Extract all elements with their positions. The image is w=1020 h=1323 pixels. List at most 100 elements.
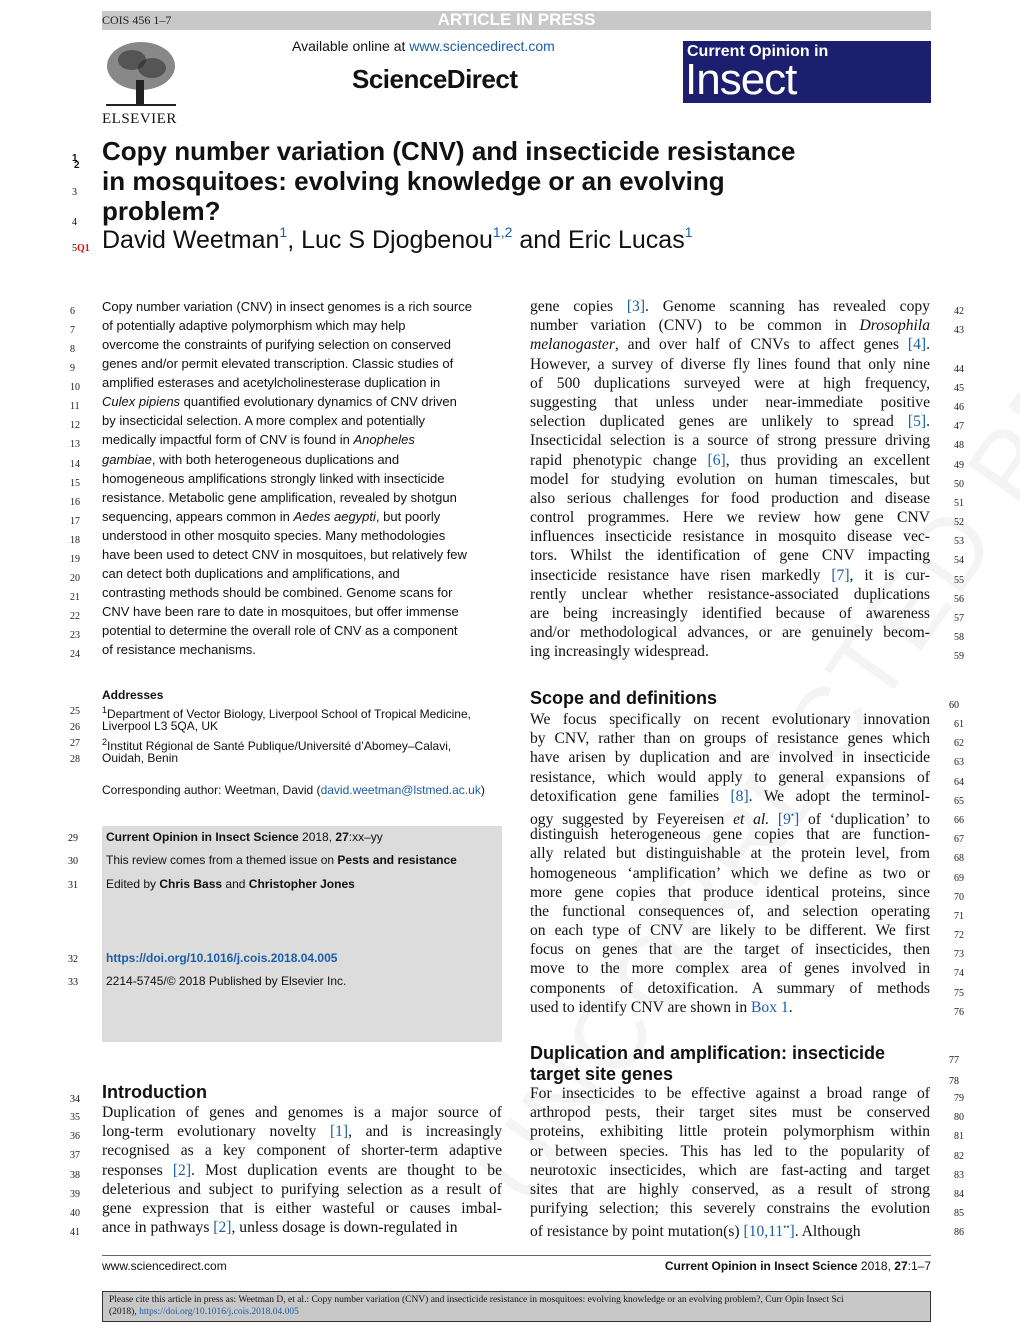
line-number: 13 — [70, 439, 80, 451]
line-text: gambiae, with both heterogeneous duplica… — [102, 451, 400, 467]
addresses-heading: Addresses — [102, 688, 164, 702]
text-line: 58 and/or methodological advances, or are… — [530, 623, 964, 643]
line-text: rently unclear whether resistance-associ… — [530, 585, 930, 603]
reference-link[interactable]: [2] — [173, 1162, 191, 1179]
line-text: CNV have been rare to date in mosquitoes… — [102, 604, 459, 619]
reference-link[interactable]: [6] — [708, 452, 726, 469]
italic-text: gambiae — [102, 451, 152, 467]
line-number: 49 — [954, 459, 964, 471]
author-list: 5Q1 David Weetman1, Luc S Djogbenou1,2 a… — [72, 224, 693, 255]
text-line: 79 For insecticides to be effective again… — [530, 1084, 964, 1104]
info-box-line: This review comes from a themed issue on… — [106, 853, 457, 867]
doi-link[interactable]: https://doi.org/10.1016/j.cois.2018.04.0… — [139, 1307, 299, 1317]
sciencedirect-link[interactable]: www.sciencedirect.com — [409, 38, 555, 54]
text-line: 67 distinguish heterogeneous gene copies … — [530, 825, 964, 845]
doi-link[interactable]: https://doi.org/10.1016/j.cois.2018.04.0… — [106, 951, 337, 965]
text-line: 37 recognised as a key component of short… — [70, 1141, 502, 1161]
reference-link[interactable]: [3] — [627, 298, 645, 315]
line-text: resistance, which would apply to general… — [530, 768, 930, 786]
text-line: 57 are being increasingly identified beca… — [530, 604, 964, 624]
reference-link[interactable]: [10,11 — [744, 1224, 784, 1241]
line-number: 84 — [954, 1188, 964, 1200]
line-number: 59 — [954, 651, 964, 663]
footer-pages: :1–7 — [907, 1259, 931, 1273]
line-number: 68 — [954, 853, 964, 865]
title-text: in mosquitoes: evolving knowledge or an … — [102, 166, 725, 196]
line-number: 30 — [68, 856, 78, 867]
line-text: model for studying evolution on human ti… — [530, 470, 930, 488]
available-online: Available online at www.sciencedirect.co… — [292, 38, 555, 54]
affiliation-sup[interactable]: 1 — [279, 224, 287, 240]
line-text: on each type of CNV are likely to be dif… — [530, 922, 930, 940]
line-number: 31 — [68, 880, 78, 891]
line-text: overcome the constraints of purifying se… — [102, 337, 452, 353]
query-marker[interactable]: Q1 — [77, 243, 90, 254]
line-number: 23 — [70, 630, 80, 642]
reference-link[interactable]: [5] — [908, 413, 926, 430]
line-number: 7 — [70, 325, 75, 337]
text-line: 18 understood in other mosquito species. … — [70, 526, 502, 546]
text-line: 80 arthropod pests, their target sites mu… — [530, 1103, 964, 1123]
text-line: 45 of 500 duplications surveyed were at h… — [530, 374, 964, 394]
line-text: However, a survey of diverse fly lines f… — [530, 355, 930, 373]
reference-link[interactable]: [7] — [831, 567, 849, 584]
text-line: 73 focus on genes that are the target of … — [530, 940, 964, 960]
line-text: focus on genes that are the target of in… — [530, 941, 930, 959]
line-number: 56 — [954, 593, 964, 605]
line-text: amplified esterases and acetylcholineste… — [102, 375, 441, 391]
reference-link[interactable]: ] — [790, 1224, 795, 1241]
reference-link[interactable]: [4] — [908, 336, 926, 353]
affiliation-sup[interactable]: 1,2 — [493, 224, 512, 240]
footer-volume: 27 — [894, 1259, 908, 1273]
line-number: 32 — [68, 954, 78, 965]
reference-link[interactable]: david.weetman@lstmed.ac.uk — [321, 783, 481, 797]
separator: , — [287, 226, 302, 254]
reference-link[interactable]: [2] — [213, 1219, 231, 1236]
line-text: also serious challenges for food product… — [530, 489, 930, 507]
bold-text: Chris Bass — [159, 877, 223, 891]
heading-text: target site genes — [530, 1064, 674, 1084]
text-line: 17 sequencing, appears common in Aedes ae… — [70, 507, 502, 527]
line-number: 29 — [68, 833, 78, 844]
text-line: 39 deleterious and subject to purifying s… — [70, 1180, 502, 1200]
line-number: 46 — [954, 401, 964, 413]
text-line: 7 of potentially adaptive polymorphism wh… — [70, 316, 502, 336]
line-text: the functional consequences of, and sele… — [530, 902, 930, 920]
line-number: 71 — [954, 910, 964, 922]
affiliation-sup[interactable]: 1 — [685, 224, 693, 240]
line-number: 9 — [70, 363, 75, 375]
reference-link[interactable]: [1] — [330, 1123, 348, 1140]
title-line: 1 2 Copy number variation (CNV) and insect… — [72, 136, 862, 171]
line-text: used to identify CNV are shown in Box 1. — [530, 998, 793, 1016]
line-number: 14 — [70, 458, 80, 470]
duplication-body: 79 For insecticides to be effective again… — [530, 1084, 964, 1241]
separator: and — [512, 226, 568, 254]
line-number: 28 — [70, 754, 80, 765]
reference-link[interactable]: Box 1 — [751, 999, 789, 1016]
reference-link[interactable]: [8] — [730, 788, 748, 805]
line-number: 10 — [70, 382, 80, 394]
line-number: 62 — [954, 738, 964, 750]
citation-text: Please cite this article in press as: We… — [109, 1295, 844, 1305]
line-text: Culex pipiens quantified evolutionary dy… — [102, 394, 457, 410]
text-line: 55 insecticide resistance have risen mark… — [530, 566, 964, 586]
line-text: of potentially adaptive polymorphism whi… — [102, 318, 406, 334]
line-number: 11 — [70, 401, 80, 413]
line-number: 43 — [954, 325, 964, 337]
line-text: long-term evolutionary novelty [1], and … — [102, 1123, 502, 1141]
line-number: 79 — [954, 1093, 964, 1104]
article-title: 1 2 Copy number variation (CNV) and insect… — [72, 136, 862, 228]
line-number: 35 — [70, 1112, 80, 1123]
text-line: 25 1Department of Vector Biology, Liverpo… — [70, 702, 522, 721]
citation-box: Please cite this article in press as: We… — [102, 1291, 931, 1322]
line-number: 83 — [954, 1169, 964, 1181]
line-text: Copy number variation (CNV) in insect ge… — [102, 299, 472, 314]
text-line: 22 CNV have been rare to date in mosquito… — [70, 602, 502, 622]
line-number: 67 — [954, 834, 964, 846]
text-line: 59 ing increasingly widespread. — [530, 642, 964, 662]
line-number: 44 — [954, 363, 964, 375]
line-text: of 500 duplications surveyed were at hig… — [530, 374, 930, 392]
footer-divider — [102, 1255, 931, 1256]
line-text: homogeneous amplifications strongly link… — [102, 470, 445, 486]
text-line: 46 suggesting that unless under near-imme… — [530, 393, 964, 413]
